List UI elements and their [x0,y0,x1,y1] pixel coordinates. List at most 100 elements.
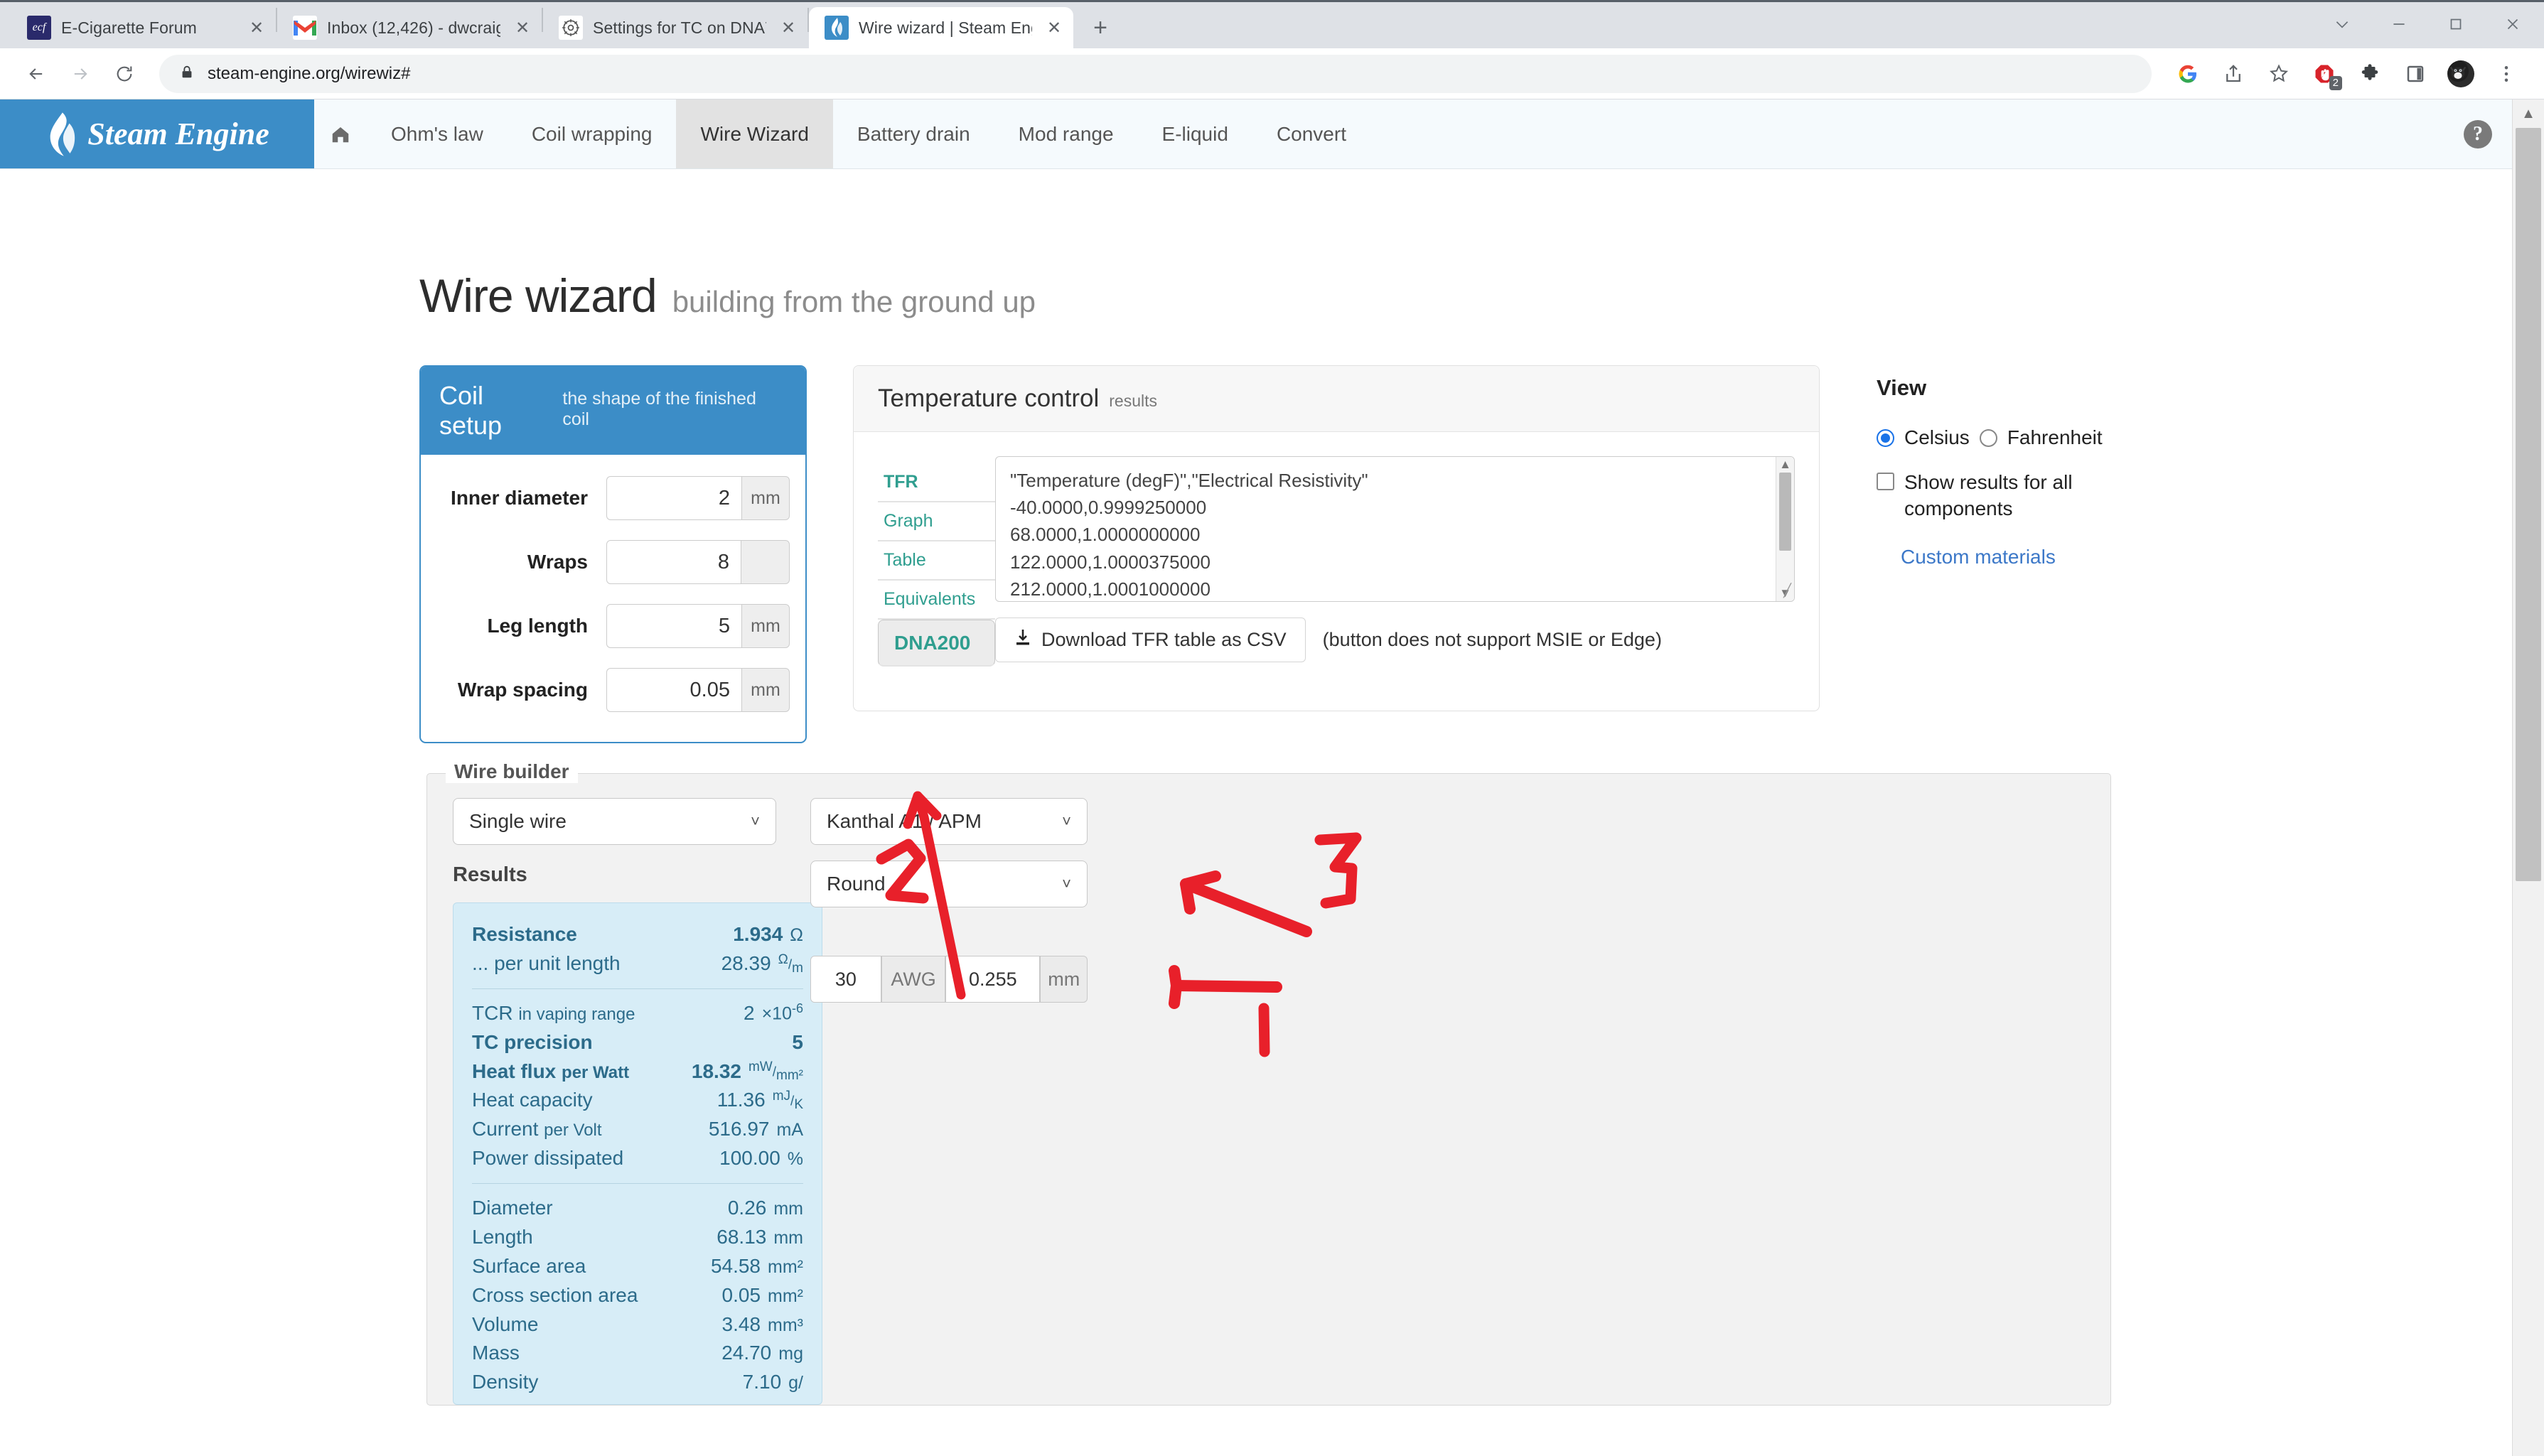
result-value: 5 [792,1028,803,1057]
scroll-up-icon[interactable]: ▲ [1776,457,1794,473]
page-scrollbar[interactable]: ▲ [2512,99,2544,1456]
brand-name: Steam Engine [87,116,269,152]
result-row-cross-section-area: Cross section area 0.05 mm² [472,1281,803,1310]
google-icon[interactable] [2166,53,2210,95]
leg-length-input[interactable]: 5 [606,604,741,648]
page-heading: Wire wizard building from the ground up [0,169,2512,323]
tab-close-icon[interactable]: ✕ [510,16,535,40]
tc-tab-dna200[interactable]: DNA200 [878,620,995,667]
inner-diameter-input-group[interactable]: 2 mm [606,476,790,520]
back-icon[interactable] [16,53,57,95]
tc-tab-table[interactable]: Table [878,541,995,581]
extensions-icon[interactable] [2348,53,2392,95]
mm-value-input[interactable]: 0.255 [945,956,1040,1003]
forward-icon[interactable] [60,53,101,95]
nav-item-ohms-law[interactable]: Ohm's law [367,99,508,168]
nav-item-e-liquid[interactable]: E-liquid [1138,99,1252,168]
result-value: 1.934 [733,920,783,949]
result-value: 18.32 [692,1057,741,1086]
scroll-up-icon[interactable]: ▲ [2513,99,2544,128]
gmail-icon [293,16,317,40]
browser-tab-3[interactable]: Wire wizard | Steam Engine | free va ✕ [809,7,1073,48]
wraps-input[interactable]: 8 [606,540,741,584]
tfr-csv-textarea[interactable]: "Temperature (degF)","Electrical Resisti… [995,456,1795,602]
result-value: 0.05 [722,1281,761,1310]
share-icon[interactable] [2211,53,2255,95]
site-logo[interactable]: Steam Engine [0,99,314,168]
nav-item-mod-range[interactable]: Mod range [994,99,1138,168]
browser-tab-2[interactable]: Settings for TC on DNA75c for NiFe ✕ [543,7,807,48]
csv-line: 212.0000,1.0001000000 [1010,576,1780,602]
tc-tab-graph[interactable]: Graph [878,502,995,541]
adblock-icon[interactable]: 2 [2302,53,2346,95]
mm-unit-label: mm [1040,956,1088,1003]
nav-item-battery-drain[interactable]: Battery drain [833,99,994,168]
shape-select[interactable]: Round ˅ [810,861,1088,907]
download-note: (button does not support MSIE or Edge) [1323,629,1662,651]
maximize-icon[interactable] [2427,3,2484,45]
minimize-icon[interactable] [2371,3,2427,45]
gauge-input-group[interactable]: 30 AWG 0.255 mm [810,956,1088,1003]
nav-item-wire-wizard[interactable]: Wire Wizard [676,99,832,168]
result-row-length: Length 68.13 mm [472,1223,803,1252]
result-unit: mJ/K [773,1089,803,1111]
nav-home-icon[interactable] [314,99,367,168]
resize-grip-icon[interactable]: ╱ [1783,581,1791,600]
download-csv-button[interactable]: Download TFR table as CSV [995,618,1306,662]
material-select[interactable]: Kanthal A1 / APM ˅ [810,798,1088,845]
wrap-spacing-input[interactable]: 0.05 [606,668,741,712]
radio-celsius[interactable] [1877,429,1894,447]
result-row-volume: Volume 3.48 mm³ [472,1310,803,1339]
nav-item-convert[interactable]: Convert [1252,99,1370,168]
new-tab-button[interactable]: + [1079,7,1122,48]
result-label: Cross section area [472,1281,638,1310]
result-row-surface-area: Surface area 54.58 mm² [472,1252,803,1281]
scroll-thumb[interactable] [1779,473,1791,551]
help-button[interactable]: ? [2444,99,2512,168]
tab-title: Wire wizard | Steam Engine | free va [859,18,1032,38]
radio-celsius-label: Celsius [1904,426,1970,449]
result-value-group: 1.934 Ω [733,920,803,949]
result-unit: mm [773,1196,803,1222]
leg-length-input-group[interactable]: 5 mm [606,604,790,648]
csv-scrollbar[interactable]: ▲ ▼ [1776,457,1794,601]
result-unit: Ω/m [778,953,803,975]
result-row-mass: Mass 24.70 mg [472,1339,803,1368]
csv-line: 68.0000,1.0000000000 [1010,521,1780,548]
tab-strip: ecf E-Cigarette Forum ✕ Inbox (12,426) -… [0,0,2314,48]
menu-icon[interactable] [2484,53,2528,95]
star-icon[interactable] [2257,53,2301,95]
wrap-spacing-input-group[interactable]: 0.05 mm [606,668,790,712]
tab-close-icon[interactable]: ✕ [776,16,800,40]
results-box: Resistance 1.934 Ω ... per unit length [453,902,822,1405]
browser-tab-0[interactable]: ecf E-Cigarette Forum ✕ [11,7,276,48]
field-label: Leg length [487,615,588,637]
result-label: Mass [472,1339,520,1368]
checkbox-show-all-components[interactable] [1877,473,1894,490]
radio-fahrenheit[interactable] [1980,429,1997,447]
inner-diameter-input[interactable]: 2 [606,476,741,520]
unit-label: mm [741,604,790,648]
custom-materials-link[interactable]: Custom materials [1877,546,2056,568]
sidepanel-icon[interactable] [2393,53,2437,95]
reload-icon[interactable] [104,53,145,95]
tab-close-icon[interactable]: ✕ [1042,16,1066,40]
field-inner-diameter: Inner diameter 2 mm [436,476,790,520]
wire-type-select[interactable]: Single wire ˅ [453,798,776,845]
result-sublabel: per Watt [562,1063,629,1082]
profile-avatar-icon[interactable] [2439,53,2483,95]
chevron-down-icon[interactable] [2314,3,2371,45]
browser-titlebar: ecf E-Cigarette Forum ✕ Inbox (12,426) -… [0,0,2544,48]
wraps-input-group[interactable]: 8 [606,540,790,584]
browser-tab-1[interactable]: Inbox (12,426) - dwcraig1@gmail.co ✕ [277,7,542,48]
unit-label: mm [741,668,790,712]
nav-item-coil-wrapping[interactable]: Coil wrapping [508,99,677,168]
csv-line: 122.0000,1.0000375000 [1010,549,1780,576]
close-icon[interactable] [2484,3,2541,45]
address-bar[interactable]: steam-engine.org/wirewiz# [159,55,2152,93]
tc-tab-equivalents[interactable]: Equivalents [878,581,995,620]
awg-value-input[interactable]: 30 [810,956,881,1003]
tc-tab-tfr[interactable]: TFR [878,463,995,502]
scroll-thumb[interactable] [2516,128,2541,881]
tab-close-icon[interactable]: ✕ [245,16,269,40]
